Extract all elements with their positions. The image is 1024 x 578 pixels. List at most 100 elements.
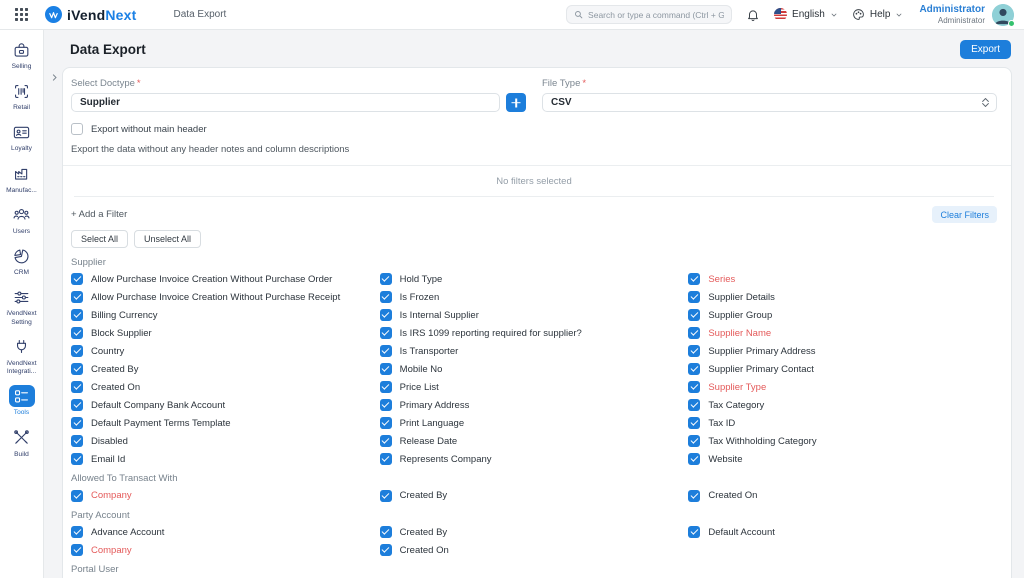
add-filter-link[interactable]: + Add a Filter: [71, 209, 127, 220]
checkbox-checked-icon[interactable]: [71, 399, 83, 411]
field-checkbox-row[interactable]: Mobile No: [380, 363, 689, 375]
checkbox-checked-icon[interactable]: [71, 345, 83, 357]
field-checkbox-row[interactable]: Supplier Primary Address: [688, 345, 997, 357]
sidebar-item-retail[interactable]: Retail: [0, 76, 43, 117]
field-checkbox-row[interactable]: Tax Withholding Category: [688, 435, 997, 447]
sidebar-item-crm[interactable]: CRM: [0, 241, 43, 282]
field-checkbox-row[interactable]: Tax Category: [688, 399, 997, 411]
field-checkbox-row[interactable]: Primary Address: [380, 399, 689, 411]
export-button[interactable]: Export: [960, 40, 1011, 59]
sidebar-item-build[interactable]: Build: [0, 423, 43, 464]
sidebar-item-ivendnext-integrati[interactable]: iVendNext Integrati...: [0, 332, 43, 381]
checkbox-checked-icon[interactable]: [380, 399, 392, 411]
checkbox-checked-icon[interactable]: [71, 291, 83, 303]
field-checkbox-row[interactable]: Website: [688, 453, 997, 465]
checkbox-checked-icon[interactable]: [380, 273, 392, 285]
checkbox-checked-icon[interactable]: [688, 309, 700, 321]
checkbox-checked-icon[interactable]: [71, 544, 83, 556]
field-checkbox-row[interactable]: Block Supplier: [71, 327, 380, 339]
notification-bell-icon[interactable]: [746, 8, 760, 22]
checkbox-checked-icon[interactable]: [688, 453, 700, 465]
clear-filters-button[interactable]: Clear Filters: [932, 206, 997, 223]
checkbox-checked-icon[interactable]: [688, 291, 700, 303]
checkbox-unchecked-icon[interactable]: [71, 123, 83, 135]
file-type-select[interactable]: CSV: [542, 93, 997, 112]
checkbox-checked-icon[interactable]: [71, 327, 83, 339]
checkbox-checked-icon[interactable]: [380, 490, 392, 502]
field-checkbox-row[interactable]: Default Payment Terms Template: [71, 417, 380, 429]
checkbox-checked-icon[interactable]: [380, 544, 392, 556]
checkbox-checked-icon[interactable]: [380, 345, 392, 357]
field-checkbox-row[interactable]: Supplier Details: [688, 291, 997, 303]
field-checkbox-row[interactable]: Is Internal Supplier: [380, 309, 689, 321]
field-checkbox-row[interactable]: Is IRS 1099 reporting required for suppl…: [380, 327, 689, 339]
checkbox-checked-icon[interactable]: [688, 327, 700, 339]
field-checkbox-row[interactable]: Default Account: [688, 526, 997, 538]
checkbox-checked-icon[interactable]: [71, 453, 83, 465]
checkbox-checked-icon[interactable]: [688, 273, 700, 285]
field-checkbox-row[interactable]: Created On: [71, 381, 380, 393]
checkbox-checked-icon[interactable]: [380, 453, 392, 465]
field-checkbox-row[interactable]: Supplier Name: [688, 327, 997, 339]
sidebar-item-loyalty[interactable]: Loyalty: [0, 117, 43, 158]
select-all-button[interactable]: Select All: [71, 230, 128, 248]
checkbox-checked-icon[interactable]: [688, 490, 700, 502]
language-selector[interactable]: English: [774, 8, 838, 21]
checkbox-checked-icon[interactable]: [71, 435, 83, 447]
sidebar-item-ivendnext-setting[interactable]: iVendNext Setting: [0, 282, 43, 331]
field-checkbox-row[interactable]: Is Frozen: [380, 291, 689, 303]
field-checkbox-row[interactable]: Represents Company: [380, 453, 689, 465]
checkbox-checked-icon[interactable]: [380, 526, 392, 538]
checkbox-checked-icon[interactable]: [71, 381, 83, 393]
doctype-input[interactable]: [71, 93, 500, 112]
no-main-header-checkbox-row[interactable]: Export without main header: [71, 123, 997, 135]
field-checkbox-row[interactable]: Company: [71, 544, 380, 556]
field-checkbox-row[interactable]: Created On: [688, 490, 997, 502]
app-grid-icon[interactable]: [15, 8, 28, 21]
breadcrumb[interactable]: Data Export: [174, 9, 227, 20]
checkbox-checked-icon[interactable]: [380, 363, 392, 375]
checkbox-checked-icon[interactable]: [71, 490, 83, 502]
field-checkbox-row[interactable]: Allow Purchase Invoice Creation Without …: [71, 273, 380, 285]
brand-logo[interactable]: iVendNext: [45, 6, 137, 23]
sidebar-item-manufac[interactable]: Manufac...: [0, 159, 43, 200]
field-checkbox-row[interactable]: Advance Account: [71, 526, 380, 538]
field-checkbox-row[interactable]: Price List: [380, 381, 689, 393]
field-checkbox-row[interactable]: Created By: [380, 526, 689, 538]
expand-sidebar-chevron-icon[interactable]: [50, 73, 59, 82]
checkbox-checked-icon[interactable]: [71, 526, 83, 538]
sidebar-item-tools[interactable]: Tools: [0, 381, 43, 422]
field-checkbox-row[interactable]: Country: [71, 345, 380, 357]
field-checkbox-row[interactable]: Default Company Bank Account: [71, 399, 380, 411]
checkbox-checked-icon[interactable]: [380, 291, 392, 303]
checkbox-checked-icon[interactable]: [71, 309, 83, 321]
checkbox-checked-icon[interactable]: [71, 363, 83, 375]
field-checkbox-row[interactable]: Hold Type: [380, 273, 689, 285]
field-checkbox-row[interactable]: Email Id: [71, 453, 380, 465]
sidebar-item-users[interactable]: Users: [0, 200, 43, 241]
global-search[interactable]: [566, 5, 732, 24]
checkbox-checked-icon[interactable]: [688, 435, 700, 447]
checkbox-checked-icon[interactable]: [71, 417, 83, 429]
checkbox-checked-icon[interactable]: [688, 345, 700, 357]
checkbox-checked-icon[interactable]: [688, 399, 700, 411]
search-input[interactable]: [588, 10, 724, 20]
field-checkbox-row[interactable]: Supplier Group: [688, 309, 997, 321]
user-menu[interactable]: Administrator Administrator: [919, 4, 1014, 26]
checkbox-checked-icon[interactable]: [688, 526, 700, 538]
unselect-all-button[interactable]: Unselect All: [134, 230, 201, 248]
checkbox-checked-icon[interactable]: [688, 363, 700, 375]
field-checkbox-row[interactable]: Disabled: [71, 435, 380, 447]
field-checkbox-row[interactable]: Created By: [380, 490, 689, 502]
add-doctype-button[interactable]: [506, 93, 526, 112]
checkbox-checked-icon[interactable]: [380, 309, 392, 321]
checkbox-checked-icon[interactable]: [380, 417, 392, 429]
checkbox-checked-icon[interactable]: [71, 273, 83, 285]
field-checkbox-row[interactable]: Release Date: [380, 435, 689, 447]
field-checkbox-row[interactable]: Billing Currency: [71, 309, 380, 321]
checkbox-checked-icon[interactable]: [380, 381, 392, 393]
checkbox-checked-icon[interactable]: [380, 435, 392, 447]
checkbox-checked-icon[interactable]: [688, 381, 700, 393]
field-checkbox-row[interactable]: Company: [71, 490, 380, 502]
field-checkbox-row[interactable]: Print Language: [380, 417, 689, 429]
